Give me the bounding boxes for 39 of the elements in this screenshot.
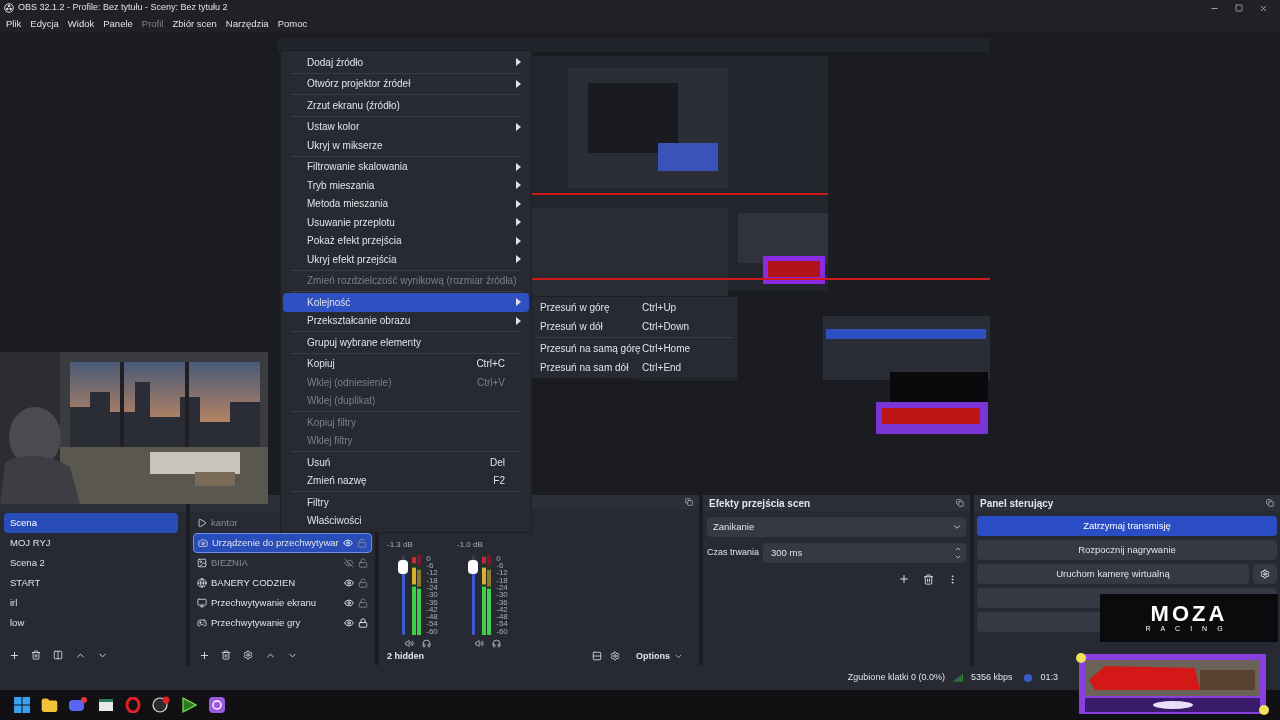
- scale-label: -48: [426, 613, 438, 621]
- scale-label: -12: [496, 569, 508, 577]
- scale-label: -36: [426, 598, 438, 606]
- window-title: OBS 32.1.2 - Profile: Bez tytułu - Sceny: Bez tytułu 2: [18, 1, 229, 15]
- stream-time: 01:3: [1040, 670, 1058, 684]
- scale-label: -54: [496, 620, 508, 628]
- scale-label: -60: [496, 627, 508, 635]
- scale-label: -60: [426, 627, 438, 635]
- source-name: BIEZNIA: [211, 555, 248, 570]
- scale-label: -18: [426, 576, 438, 584]
- source-name: Urządzenie do przechwytywar: [212, 535, 339, 550]
- source-name: Przechwytywanie gry: [211, 615, 301, 630]
- panel-title: Panel sterujący: [980, 496, 1054, 511]
- scale-label: 0: [426, 554, 432, 562]
- scale-label: -30: [496, 591, 508, 599]
- hidden-count: 2 hidden: [387, 649, 425, 663]
- volume-reading: -1.3 dB: [387, 538, 413, 551]
- scale-label: -30: [426, 591, 438, 599]
- scale-label: -12: [426, 569, 438, 577]
- bitrate: 5356 kbps: [970, 670, 1013, 684]
- scale-label: -24: [426, 583, 438, 591]
- dropped-frames: Zgubione klatki 0 (0.0%): [847, 670, 945, 685]
- scale-label: -36: [496, 598, 508, 606]
- source-name: kantor: [211, 515, 238, 530]
- scale-label: -48: [496, 613, 508, 621]
- scale-label: -24: [496, 583, 508, 591]
- source-name: BANERY CODZIEN: [211, 575, 296, 590]
- scale-label: -42: [426, 605, 438, 613]
- scale-label: -54: [426, 620, 438, 628]
- scale-label: -6: [496, 562, 504, 570]
- scale-label: -18: [496, 576, 508, 584]
- scale-label: -42: [496, 605, 508, 613]
- logo-title: MOZA: [1150, 603, 1228, 625]
- source-name: Przechwytywanie ekranu: [211, 595, 317, 610]
- scale-label: 0: [496, 554, 502, 562]
- scale-label: -6: [426, 562, 434, 570]
- duration-label: Czas trwania: [707, 546, 760, 560]
- volume-reading: -1.0 dB: [457, 538, 483, 551]
- panel-title: Efekty przejścia scen: [709, 496, 811, 511]
